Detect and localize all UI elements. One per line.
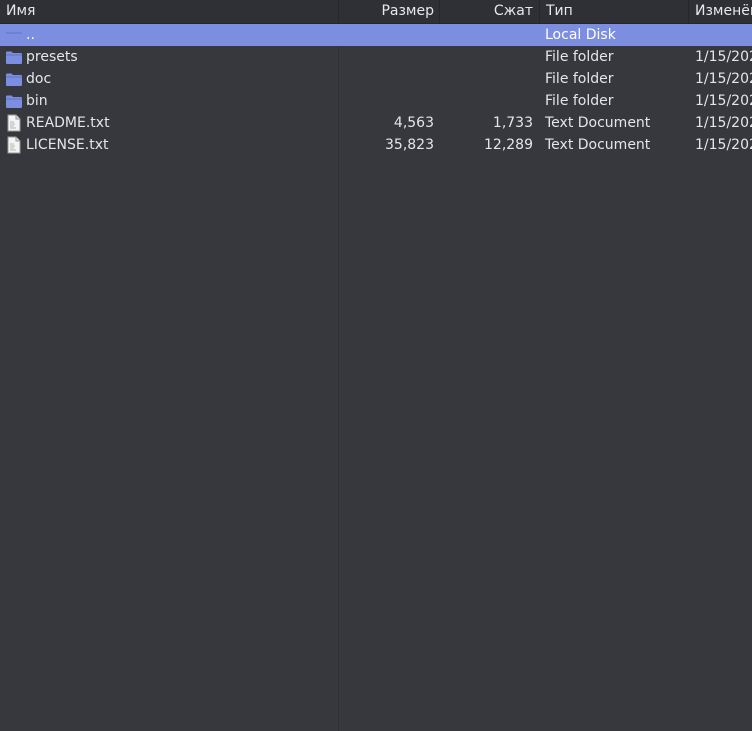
column-header-size[interactable]: Размер (338, 0, 439, 23)
row-packed (439, 46, 539, 68)
row-name: .. (26, 27, 35, 43)
row-modified: 1/15/2024 (695, 93, 752, 109)
folder-row[interactable]: doc File folder 1/15/2024 (0, 68, 752, 90)
row-packed (439, 90, 539, 112)
row-size: 4,563 (393, 115, 434, 131)
row-name: doc (26, 71, 52, 87)
row-packed (439, 24, 539, 46)
row-size (338, 24, 439, 46)
file-row[interactable]: README.txt 4,563 1,733 Text Document 1/15/20… (0, 112, 752, 134)
row-size (338, 90, 439, 112)
row-type: File folder (545, 49, 614, 65)
column-header-modified[interactable]: Изменён (688, 0, 752, 23)
row-packed: 1,733 (492, 115, 533, 131)
column-header-type[interactable]: Тип (539, 0, 688, 23)
file-row[interactable]: LICENSE.txt 35,823 12,289 Text Document 1/15… (0, 134, 752, 156)
row-type: Text Document (545, 137, 651, 153)
row-size (338, 46, 439, 68)
row-name: bin (26, 93, 48, 109)
row-size (338, 68, 439, 90)
row-modified: 1/15/2024 (695, 115, 752, 131)
folder-row[interactable]: bin File folder 1/15/2024 (0, 90, 752, 112)
row-type: File folder (545, 71, 614, 87)
row-modified: 1/15/2024 (695, 49, 752, 65)
column-header-packed[interactable]: Сжат (439, 0, 539, 23)
row-name: presets (26, 49, 78, 65)
file-rows[interactable]: ..Local DiskpresetsFile folder1/15/2024d… (0, 24, 752, 731)
folder-row[interactable]: .. Local Disk (0, 24, 752, 46)
row-name: LICENSE.txt (26, 137, 109, 153)
row-modified: 1/15/2024 (695, 71, 752, 87)
row-packed (439, 68, 539, 90)
row-size: 35,823 (385, 137, 434, 153)
row-name: README.txt (26, 115, 110, 131)
folder-row[interactable]: presets File folder 1/15/2024 (0, 46, 752, 68)
row-modified: 1/15/2024 (695, 137, 752, 153)
row-type: File folder (545, 93, 614, 109)
row-type: Local Disk (545, 27, 616, 43)
row-type: Text Document (545, 115, 651, 131)
row-packed: 12,289 (484, 137, 533, 153)
column-header-name[interactable]: Имя (0, 0, 338, 23)
column-header-bar: Имя Размер Сжат Тип Изменён (0, 0, 752, 24)
file-list[interactable]: Имя Размер Сжат Тип Изменён .. Local Disk… (0, 0, 752, 731)
row-modified (688, 24, 752, 46)
